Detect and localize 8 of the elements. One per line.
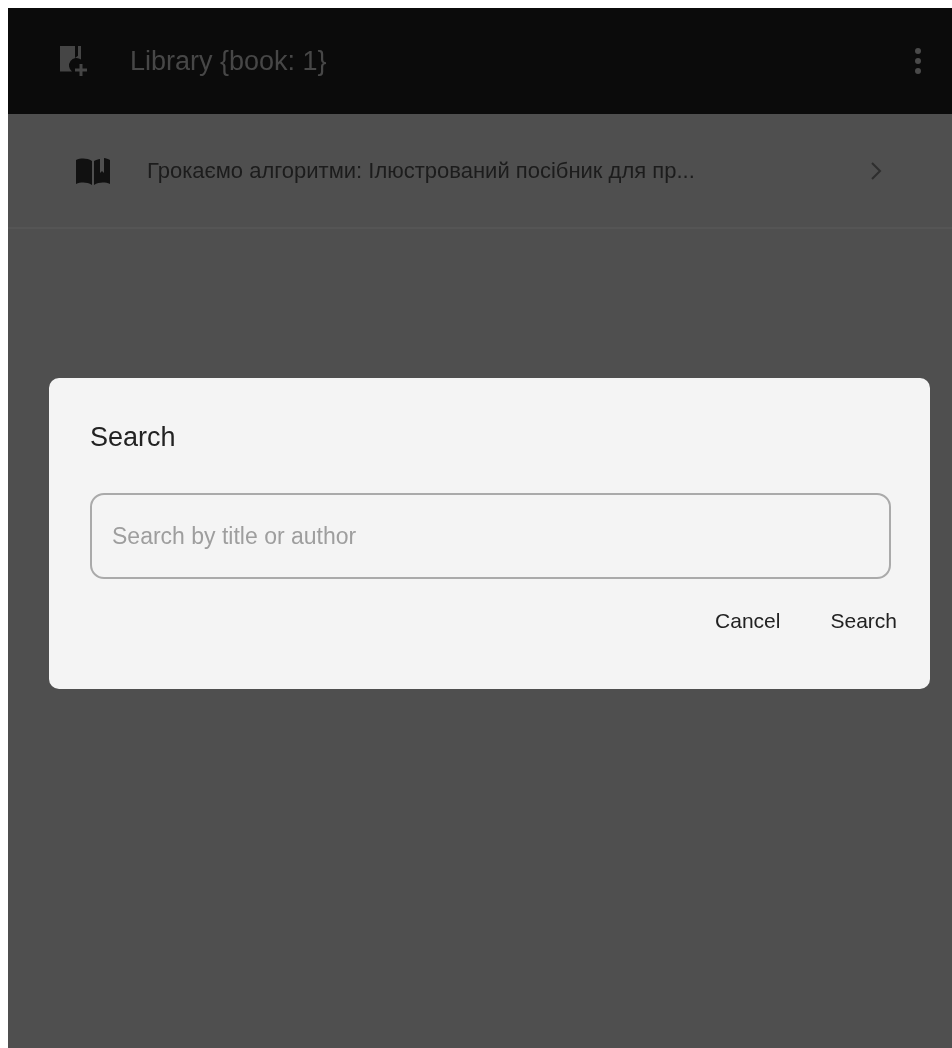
more-menu-icon[interactable] (914, 47, 922, 75)
app-title: Library {book: 1} (130, 45, 328, 77)
search-field[interactable]: Search by title or author (90, 493, 891, 579)
cancel-button[interactable]: Cancel (715, 609, 781, 633)
dialog-title: Search (90, 422, 176, 453)
search-button[interactable]: Search (830, 609, 897, 633)
chevron-right-icon (870, 160, 882, 181)
open-book-icon (75, 155, 111, 186)
